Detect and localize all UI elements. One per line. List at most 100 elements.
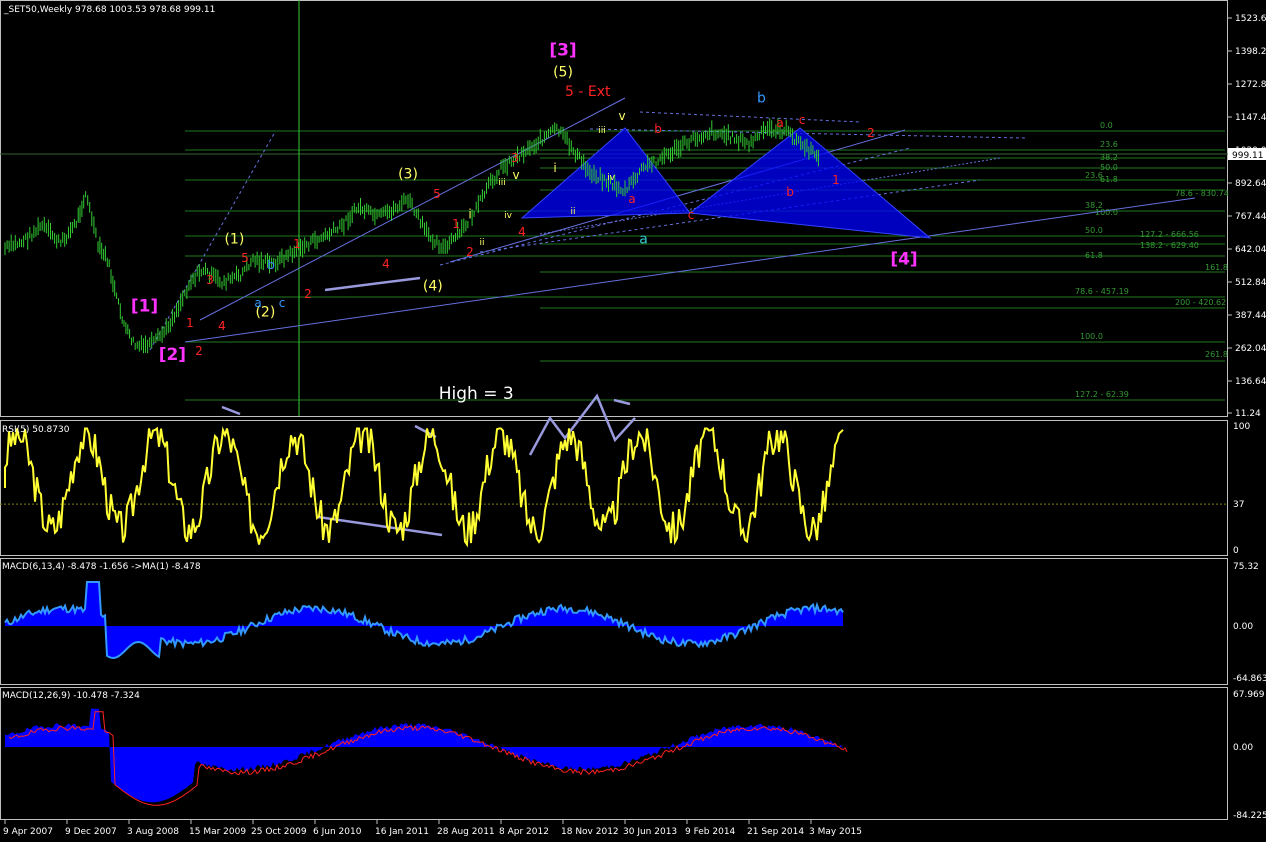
- wave-count: b: [786, 185, 794, 199]
- wave-count: 2: [466, 245, 474, 259]
- wave-count: iv: [607, 173, 616, 183]
- macd-slow-label: MACD(12,26,9) -10.478 -7.324: [2, 691, 140, 701]
- fib-level-label: 261.8: [1205, 350, 1228, 359]
- price-tick-label: 11.24: [1235, 409, 1261, 419]
- wave-label: b: [757, 91, 766, 107]
- wave-label: (1): [224, 232, 244, 248]
- wave-count: 4: [382, 257, 390, 271]
- last-price-label: 999.11: [1232, 151, 1264, 161]
- rsi-tick-label: 37: [1233, 500, 1244, 510]
- wave-count: iii: [598, 126, 606, 136]
- wave-count: a: [628, 192, 635, 206]
- wave-count: i: [553, 161, 556, 175]
- macd-slow-tick-label: 0.00: [1233, 743, 1253, 753]
- macd-fast-tick-label: -64.863: [1233, 674, 1266, 684]
- wave-count: ii: [479, 238, 484, 248]
- time-tick-label: 9 Dec 2007: [65, 827, 117, 837]
- time-tick-label: 3 May 2015: [809, 827, 862, 837]
- price-tick-label: 642.04: [1235, 245, 1266, 255]
- time-tick-label: 28 Aug 2011: [437, 827, 495, 837]
- price-tick-label: 136.64: [1235, 377, 1266, 387]
- fib-level-label: 127.2 - 62.39: [1075, 390, 1129, 399]
- wave-count: c: [799, 113, 806, 127]
- wave-count: a: [776, 116, 783, 130]
- wave-count: iv: [504, 211, 513, 221]
- wave-count: iii: [498, 178, 506, 188]
- rsi-label: RSI(5) 50.8730: [2, 425, 70, 435]
- wave-label: [3]: [549, 41, 576, 61]
- chart-header: _SET50,Weekly 978.68 1003.53 978.68 999.…: [3, 5, 215, 15]
- wave-count: 1: [186, 316, 194, 330]
- macd-slow-tick-label: -84.225: [1233, 811, 1266, 821]
- price-tick-label: 892.64: [1235, 179, 1266, 189]
- macd-fast-label: MACD(6,13,4) -8.478 -1.656 ->MA(1) -8.47…: [2, 562, 201, 572]
- fib-level-label: 100.0: [1080, 332, 1103, 341]
- time-tick-label: 6 Jun 2010: [313, 827, 362, 837]
- wave-count: 5: [241, 251, 249, 265]
- price-tick-label: 1272.84: [1235, 80, 1266, 90]
- wave-label: (5): [553, 64, 573, 80]
- wave-label: (3): [398, 166, 418, 182]
- time-tick-label: 15 Mar 2009: [189, 827, 246, 837]
- fib-level-label: 161.8: [1205, 263, 1228, 272]
- fib-level-label: 127.2 - 666.56: [1140, 230, 1199, 239]
- rsi-tick-label: 100: [1233, 422, 1250, 432]
- time-tick-label: 21 Sep 2014: [747, 827, 804, 837]
- time-tick-label: 3 Aug 2008: [127, 827, 179, 837]
- wave-count: 2: [304, 287, 312, 301]
- wave-count: v: [512, 168, 519, 182]
- wave-label: [4]: [890, 249, 917, 269]
- time-tick-label: 16 Jan 2011: [375, 827, 429, 837]
- wave-count: 1: [293, 237, 301, 251]
- fib-level-label: 50.0: [1085, 226, 1103, 235]
- wave-label: 5 - Ext: [565, 84, 611, 100]
- fib-level-label: 200 - 420.62: [1175, 298, 1226, 307]
- wave-label: a: [639, 232, 648, 248]
- macd-slow-tick-label: 67.969: [1233, 690, 1265, 700]
- fib-level-label: 138.2 - 629.40: [1140, 241, 1199, 250]
- wave-count: 5: [433, 187, 441, 201]
- price-tick-label: 1398.24: [1235, 47, 1266, 57]
- fib-level-label: 78.6 - 457.19: [1075, 287, 1129, 296]
- time-tick-label: 18 Nov 2012: [561, 827, 619, 837]
- macd-fast-tick-label: 75.32: [1233, 562, 1259, 572]
- wave-count: b: [267, 258, 275, 272]
- fib-level-label: 38.2: [1100, 153, 1118, 162]
- wave-count: 3: [511, 151, 519, 165]
- wave-count: c: [279, 296, 286, 310]
- price-tick-label: 262.04: [1235, 344, 1266, 354]
- fib-level-label: 23.6: [1100, 140, 1118, 149]
- fib-level-label: 61.8: [1100, 175, 1118, 184]
- time-tick-label: 9 Feb 2014: [685, 827, 736, 837]
- wave-count: a: [254, 296, 261, 310]
- wave-count: 4: [518, 225, 526, 239]
- wave-count: 2: [195, 344, 203, 358]
- wave-count: 3: [206, 273, 214, 287]
- wave-count: b: [654, 122, 662, 136]
- wave-label: High = 3: [439, 384, 514, 404]
- fib-level-label: 61.8: [1085, 251, 1103, 260]
- price-tick-label: 512.84: [1235, 278, 1266, 288]
- price-tick-label: 1523.64: [1235, 14, 1266, 24]
- time-tick-label: 9 Apr 2007: [3, 827, 53, 837]
- wave-count: 1: [832, 173, 840, 187]
- price-tick-label: 767.44: [1235, 212, 1266, 222]
- price-tick-label: 1147.44: [1235, 113, 1266, 123]
- time-tick-label: 30 Jun 2013: [623, 827, 677, 837]
- wave-label: (4): [423, 279, 443, 295]
- wave-count: v: [618, 109, 625, 123]
- wave-count: ii: [570, 207, 575, 217]
- fib-level-label: 78.6 - 830.74: [1175, 189, 1229, 198]
- price-tick-label: 387.44: [1235, 311, 1266, 321]
- wave-count: 4: [218, 319, 226, 333]
- wave-count: i: [468, 207, 471, 221]
- chart-canvas: 1523.641398.241272.841147.441020.04892.6…: [0, 0, 1266, 838]
- wave-count: 1: [452, 217, 460, 231]
- macd-fast-tick-label: 0.00: [1233, 622, 1253, 632]
- wave-count: c: [688, 208, 695, 222]
- fib-level-label: 0.0: [1100, 121, 1113, 130]
- time-tick-label: 25 Oct 2009: [251, 827, 307, 837]
- wave-label: [2]: [159, 345, 186, 365]
- rsi-tick-label: 0: [1233, 546, 1239, 556]
- time-tick-label: 8 Apr 2012: [499, 827, 549, 837]
